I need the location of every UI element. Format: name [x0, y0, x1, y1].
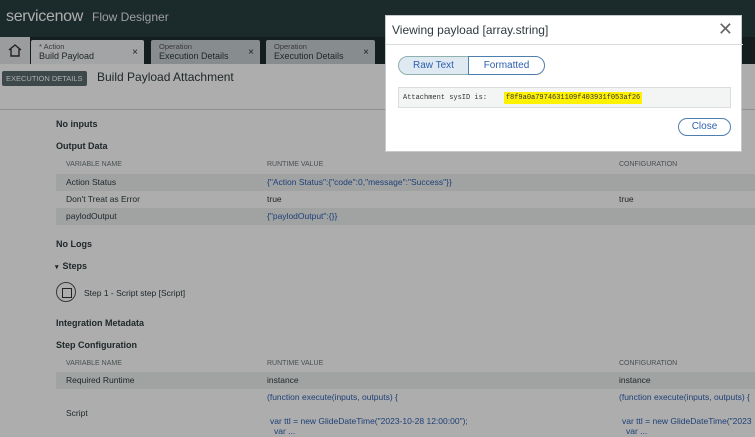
raw-text-toggle[interactable]: Raw Text [398, 56, 469, 75]
payload-content[interactable]: Attachment sysID is: f8f9a0a7974631109f4… [398, 87, 731, 108]
modal-title: Viewing payload [array.string] [392, 23, 549, 37]
payload-modal: Viewing payload [array.string] ✕ Raw Tex… [385, 15, 743, 152]
close-icon[interactable]: ✕ [718, 19, 733, 40]
close-button[interactable]: Close [678, 118, 731, 136]
payload-prefix: Attachment sysID is: [403, 94, 488, 102]
modal-divider [386, 44, 743, 45]
attachment-sys-id[interactable]: f8f9a0a7974631109f403931f053af26 [503, 92, 643, 104]
formatted-toggle[interactable]: Formatted [468, 56, 545, 75]
